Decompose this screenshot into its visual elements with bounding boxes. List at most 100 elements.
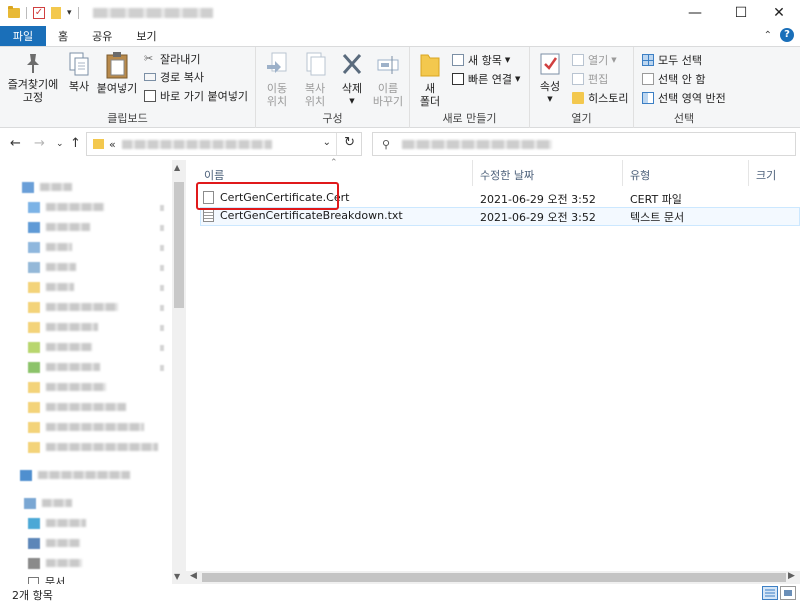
column-header-size[interactable]: 크기 xyxy=(756,167,776,183)
nav-scrollbar-thumb[interactable] xyxy=(174,182,184,308)
select-none-icon xyxy=(642,73,654,85)
open-button[interactable]: 열기 ▼ xyxy=(572,52,617,68)
copy-button[interactable]: 복사 xyxy=(64,51,94,93)
paste-shortcut-icon xyxy=(144,90,156,102)
invert-selection-icon xyxy=(642,92,654,104)
details-view-icon xyxy=(765,589,775,597)
new-item-button[interactable]: 새 항목 ▼ xyxy=(452,52,510,68)
new-folder-button[interactable]: 새 폴더 xyxy=(416,51,444,108)
address-dropdown-chevron-icon[interactable]: ⌄ xyxy=(323,137,331,148)
select-all-button[interactable]: 모두 선택 xyxy=(642,52,702,68)
table-row[interactable]: CertGenCertificate.Cert 2021-06-29 오전 3:… xyxy=(200,189,800,207)
paste-button[interactable]: 붙여넣기 xyxy=(94,51,140,95)
copy-to-label-2: 위치 xyxy=(304,95,326,108)
title-bar: ✓ ▾ — ☐ ✕ xyxy=(0,0,800,26)
divider xyxy=(26,7,27,19)
select-all-icon xyxy=(642,54,654,66)
pin-icon xyxy=(160,345,164,351)
forward-arrow-icon[interactable]: → xyxy=(34,136,45,151)
nav-folder-icon xyxy=(28,361,40,373)
pin-to-quick-access-button[interactable]: 즐겨찾기에 고정 xyxy=(4,51,62,104)
column-header-type[interactable]: 유형 xyxy=(630,167,650,183)
breadcrumb-overflow-icon[interactable]: « xyxy=(109,138,116,151)
customize-quick-access-chevron-icon[interactable]: ▾ xyxy=(67,8,72,18)
file-name: CertGenCertificate.Cert xyxy=(220,191,350,204)
new-folder-label-1: 새 xyxy=(424,82,436,95)
search-input[interactable]: ⚲ xyxy=(372,132,796,156)
tab-home[interactable]: 홈 xyxy=(46,26,80,46)
chevron-down-icon: ▼ xyxy=(547,95,553,103)
close-button[interactable]: ✕ xyxy=(760,0,798,26)
scroll-right-icon[interactable]: ▶ xyxy=(788,571,795,581)
nav-item-label-redacted xyxy=(46,243,72,251)
help-icon[interactable]: ? xyxy=(780,28,794,42)
up-arrow-icon[interactable]: ↑ xyxy=(70,136,81,151)
cut-label: 잘라내기 xyxy=(160,53,201,66)
new-folder-label-2: 폴더 xyxy=(419,95,441,108)
column-divider[interactable] xyxy=(622,160,623,186)
history-button[interactable]: 히스토리 xyxy=(572,90,628,106)
tab-view[interactable]: 보기 xyxy=(124,26,168,46)
move-to-button[interactable]: 이동 위치 xyxy=(260,51,294,108)
edit-button[interactable]: 편집 xyxy=(572,71,608,87)
column-header-modified[interactable]: 수정한 날짜 xyxy=(480,167,534,183)
path-icon xyxy=(144,73,156,81)
nav-item-label-redacted xyxy=(46,323,98,331)
cut-button[interactable]: ✂ 잘라내기 xyxy=(144,51,200,67)
nav-item-label-redacted xyxy=(46,403,126,411)
nav-item-label-redacted xyxy=(46,443,158,451)
quick-access-icon xyxy=(22,181,34,193)
scroll-up-icon[interactable]: ▲ xyxy=(174,163,180,172)
column-header-name[interactable]: 이름 xyxy=(204,167,224,183)
open-icon xyxy=(572,54,584,66)
invert-selection-button[interactable]: 선택 영역 반전 xyxy=(642,90,726,106)
scroll-down-icon[interactable]: ▼ xyxy=(174,572,180,581)
ribbon-tabs: 파일 홈 공유 보기 ⌃ ? xyxy=(0,26,800,46)
refresh-icon[interactable]: ↻ xyxy=(344,135,355,150)
open-group-label: 열기 xyxy=(571,112,592,125)
back-arrow-icon[interactable]: ← xyxy=(10,136,21,151)
tab-share[interactable]: 공유 xyxy=(80,26,124,46)
paste-shortcut-label: 바로 가기 붙여넣기 xyxy=(160,90,248,103)
horizontal-scrollbar[interactable]: ◀ ▶ xyxy=(186,571,800,584)
rename-button[interactable]: 이름 바꾸기 xyxy=(370,51,406,108)
divider xyxy=(336,133,337,155)
nav-folder-icon xyxy=(28,341,40,353)
column-divider[interactable] xyxy=(472,160,473,186)
table-row[interactable]: CertGenCertificateBreakdown.txt 2021-06-… xyxy=(200,207,800,225)
ribbon-collapse-chevron-icon[interactable]: ⌃ xyxy=(764,30,772,41)
column-divider[interactable] xyxy=(748,160,749,186)
pin-label-2: 고정 xyxy=(22,91,44,104)
nav-item[interactable] xyxy=(22,178,192,196)
maximize-button[interactable]: ☐ xyxy=(722,0,760,26)
large-icons-view-button[interactable] xyxy=(780,586,796,600)
tab-file[interactable]: 파일 xyxy=(0,26,46,46)
pin-label-1: 즐겨찾기에 xyxy=(7,78,59,91)
properties-quick-access-icon[interactable]: ✓ xyxy=(33,7,45,19)
copy-path-button[interactable]: 경로 복사 xyxy=(144,69,204,85)
scroll-left-icon[interactable]: ◀ xyxy=(190,571,197,581)
nav-item-label-redacted xyxy=(46,539,80,547)
select-none-button[interactable]: 선택 안 함 xyxy=(642,71,705,87)
copy-icon xyxy=(69,52,89,76)
file-type: CERT 파일 xyxy=(630,193,682,206)
paste-shortcut-button[interactable]: 바로 가기 붙여넣기 xyxy=(144,88,248,104)
details-view-button[interactable] xyxy=(762,586,778,600)
delete-button[interactable]: 삭제 ▼ xyxy=(336,51,368,108)
nav-item[interactable] xyxy=(20,466,190,484)
history-icon xyxy=(572,92,584,104)
recent-locations-chevron-icon[interactable]: ⌄ xyxy=(56,139,64,149)
nav-item[interactable] xyxy=(24,494,194,512)
nav-item-label-redacted xyxy=(46,303,118,311)
properties-button[interactable]: 속성 ▼ xyxy=(534,51,566,106)
horizontal-scrollbar-thumb[interactable] xyxy=(202,573,786,582)
new-folder-quick-access-icon[interactable] xyxy=(51,7,61,19)
copy-to-button[interactable]: 복사 위치 xyxy=(298,51,332,108)
paste-label: 붙여넣기 xyxy=(96,82,138,95)
address-input[interactable]: « ⌄ ↻ xyxy=(86,132,362,156)
minimize-button[interactable]: — xyxy=(676,0,714,26)
sort-ascending-icon: ⌃ xyxy=(330,158,338,168)
easy-access-button[interactable]: 빠른 연결 ▼ xyxy=(452,71,520,87)
nav-scrollbar[interactable]: ▲ ▼ xyxy=(172,160,186,584)
chevron-down-icon: ▼ xyxy=(349,97,355,105)
